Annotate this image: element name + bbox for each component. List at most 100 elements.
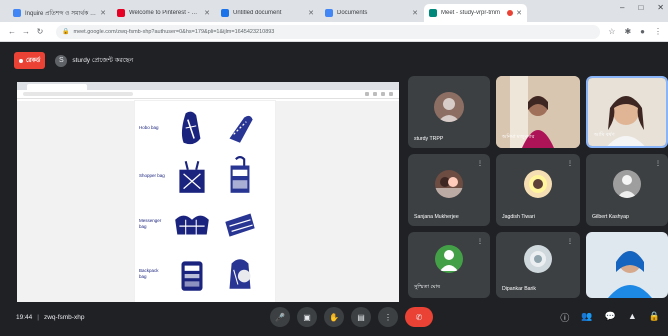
participant-name: Jagdish Tiwari <box>502 214 535 220</box>
shared-document-page: Hobo bag Shopper bag Messenger bag Backp… <box>135 101 275 302</box>
end-call-button[interactable]: ✆ <box>405 307 433 327</box>
tab-title: Meet - study-vrpr-tmm <box>441 10 501 16</box>
info-icon[interactable]: ⓘ <box>560 311 569 324</box>
browser-tab-meet[interactable]: Meet - study-vrpr-tmm ✕ <box>424 4 527 22</box>
meet-control-bar: 19:44 | zwq-fsmb-xhp 🎤 ▣ ✋ ▤ ⋮ ✆ ⓘ 👥 💬 ▲… <box>0 300 668 336</box>
meeting-code: zwq-fsmb-xhp <box>43 314 85 321</box>
participant-name: Gilbert Kashyap <box>592 214 629 220</box>
backpack-image-2 <box>229 259 251 289</box>
chat-icon[interactable]: 💬 <box>605 311 616 324</box>
participant-name: Dipankar Barik <box>502 286 537 292</box>
more-options-button[interactable]: ⋮ <box>378 307 398 327</box>
bag-label: Messenger bag <box>139 218 162 229</box>
tab-favicon <box>117 9 125 17</box>
participant-avatar <box>613 170 641 198</box>
close-window-icon[interactable]: ✕ <box>657 3 664 12</box>
participant-name: আমি বর্ষণ <box>594 132 615 138</box>
shared-doc-margin-left <box>17 101 135 302</box>
recording-dot-icon <box>19 58 23 63</box>
participant-tile-video[interactable]: অনিমা মজুমদার <box>496 76 580 148</box>
tab-favicon <box>221 9 229 17</box>
recording-dot-icon <box>507 10 514 16</box>
document-row: Backpack bag <box>135 251 275 297</box>
recording-label: রেকর্ড <box>26 58 41 64</box>
reload-icon[interactable]: ↻ <box>34 27 46 36</box>
mic-muted-icon: ⋮ <box>567 161 573 167</box>
people-icon[interactable]: 👥 <box>581 311 592 324</box>
meeting-info-separator: | <box>37 314 39 321</box>
participant-avatar <box>434 92 464 122</box>
participant-tile[interactable]: sturdy TRPP <box>408 76 490 148</box>
mic-muted-icon: ⋮ <box>477 161 483 167</box>
close-tab-icon[interactable]: ✕ <box>204 9 210 17</box>
present-button[interactable]: ▤ <box>351 307 371 327</box>
document-row: Messenger bag <box>135 201 275 247</box>
tab-favicon <box>13 9 21 17</box>
camera-icon: ▣ <box>303 312 311 322</box>
shared-browser-tabs <box>17 82 399 90</box>
document-row: Shopper bag <box>135 153 275 199</box>
participant-tile[interactable]: ⋮ Dipankar Barik <box>496 232 580 298</box>
shopper-bag-image <box>179 161 205 193</box>
messenger-bag-image-2 <box>225 213 255 237</box>
backpack-image <box>181 261 203 291</box>
browser-tab-4[interactable]: Documents ✕ <box>320 4 423 22</box>
address-bar[interactable]: 🔒 meet.google.com/zwq-fsmb-xhp?authuser=… <box>56 24 601 39</box>
close-tab-icon[interactable]: ✕ <box>412 9 418 17</box>
toolbar-actions: ☆ ✱ ● ⋮ <box>608 27 662 36</box>
mic-muted-icon: ⋮ <box>477 239 483 245</box>
participant-name: Sanjana Mukherjee <box>414 214 459 220</box>
presenter-avatar: S <box>55 54 68 67</box>
side-panel-controls: ⓘ 👥 💬 ▲ 🔒 <box>560 311 660 324</box>
shared-tab <box>27 84 87 90</box>
close-tab-icon[interactable]: ✕ <box>308 9 314 17</box>
bag-label: Hobo bag <box>139 125 159 131</box>
browser-tab-3[interactable]: Untitled document ✕ <box>216 4 319 22</box>
browser-toolbar: ← → ↻ 🔒 meet.google.com/zwq-fsmb-xhp?aut… <box>0 22 668 42</box>
close-tab-icon[interactable]: ✕ <box>100 9 106 17</box>
browser-tab-1[interactable]: Inquire প্রতিশব্দ ও সমার্থক শব্দ ✕ <box>8 4 111 22</box>
presenter-label: sturdy প্রেজেন্ট করছেন <box>72 57 134 64</box>
browser-tab-bar: Inquire প্রতিশব্দ ও সমার্থক শব্দ ✕ Welcom… <box>0 0 668 22</box>
shared-address-bar <box>17 90 399 99</box>
phone-hangup-icon: ✆ <box>415 312 423 322</box>
participant-tile[interactable]: ⋮ সুস্মিতা ঘোষ <box>408 232 490 298</box>
maximize-icon[interactable]: □ <box>638 3 643 12</box>
present-icon: ▤ <box>357 312 365 322</box>
tab-title: Inquire প্রতিশব্দ ও সমার্থক শব্দ <box>25 10 98 17</box>
participant-tile-active-speaker[interactable]: আমি বর্ষণ <box>586 76 668 148</box>
participant-avatar <box>435 170 463 198</box>
extensions-icon[interactable]: ✱ <box>624 27 631 36</box>
close-tab-icon[interactable]: ✕ <box>516 9 522 17</box>
profile-icon[interactable]: ● <box>640 27 645 36</box>
browser-menu-icon[interactable]: ⋮ <box>654 27 662 36</box>
participant-tile-video[interactable] <box>586 232 668 298</box>
activities-icon[interactable]: ▲ <box>628 311 637 324</box>
host-controls-icon[interactable]: 🔒 <box>649 311 660 324</box>
mic-icon: 🎤 <box>275 312 285 322</box>
participant-tile[interactable]: ⋮ Jagdish Tiwari <box>496 154 580 226</box>
more-icon: ⋮ <box>384 312 392 322</box>
participant-tile[interactable]: ⋮ Gilbert Kashyap <box>586 154 668 226</box>
shared-screen: Hobo bag Shopper bag Messenger bag Backp… <box>17 82 399 302</box>
raise-hand-button[interactable]: ✋ <box>324 307 344 327</box>
meeting-info: 19:44 | zwq-fsmb-xhp <box>16 314 84 321</box>
meet-call-area: রেকর্ড S sturdy প্রেজেন্ট করছেন Hobo bag… <box>0 42 668 336</box>
tab-title: Welcome to Pinterest - Sign in <box>129 10 201 16</box>
camera-button[interactable]: ▣ <box>297 307 317 327</box>
bookmark-star-icon[interactable]: ☆ <box>608 27 615 36</box>
window-controls: – □ ✕ <box>620 3 664 12</box>
back-icon[interactable]: ← <box>6 27 18 36</box>
shopper-bag-image-2 <box>230 156 250 193</box>
hobo-bag-image <box>181 111 201 145</box>
mic-button[interactable]: 🎤 <box>270 307 290 327</box>
tab-favicon <box>325 9 333 17</box>
participant-tile[interactable]: ⋮ Sanjana Mukherjee <box>408 154 490 226</box>
forward-icon[interactable]: → <box>20 27 32 36</box>
browser-tab-2[interactable]: Welcome to Pinterest - Sign in✕ <box>112 4 215 22</box>
minimize-icon[interactable]: – <box>620 3 624 12</box>
participant-video-feed <box>586 232 668 298</box>
participant-name: অনিমা মজুমদার <box>502 134 535 140</box>
hand-icon: ✋ <box>329 312 339 322</box>
recording-badge[interactable]: রেকর্ড <box>14 52 46 69</box>
